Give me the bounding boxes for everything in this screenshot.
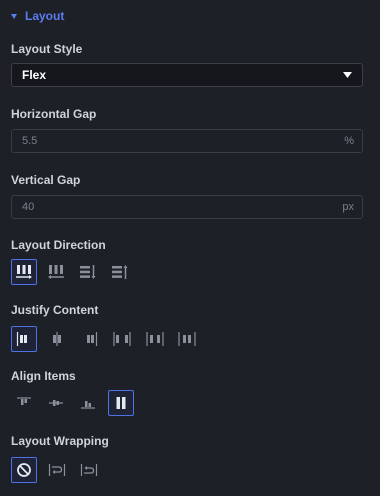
direction-column-reverse-icon: [112, 265, 128, 279]
layout-style-select[interactable]: Flex: [11, 63, 363, 87]
justify-space-between-icon: [113, 332, 131, 346]
horizontal-gap-value: 5.5: [22, 135, 38, 147]
wrap-reverse-button[interactable]: [76, 457, 102, 483]
vertical-gap-label: Vertical Gap: [11, 173, 81, 187]
direction-column-icon: [80, 265, 96, 279]
direction-row-reverse-button[interactable]: [43, 259, 69, 285]
section-title: Layout: [25, 9, 65, 23]
vertical-gap-input[interactable]: 40 px: [11, 195, 363, 219]
layout-style-label: Layout Style: [11, 42, 83, 56]
chevron-down-icon: [343, 72, 352, 78]
justify-end-icon: [87, 332, 98, 346]
direction-column-reverse-button[interactable]: [107, 259, 133, 285]
justify-space-around-icon: [146, 332, 164, 346]
layout-direction-label: Layout Direction: [11, 238, 106, 252]
caret-down-icon: [11, 13, 17, 19]
justify-content-label: Justify Content: [11, 303, 99, 317]
wrap-button[interactable]: [44, 457, 70, 483]
justify-space-between-button[interactable]: [109, 326, 135, 352]
horizontal-gap-unit[interactable]: %: [344, 135, 354, 147]
justify-center-button[interactable]: [44, 326, 70, 352]
wrap-reverse-icon: [80, 464, 98, 476]
justify-end-button[interactable]: [77, 326, 103, 352]
direction-row-button[interactable]: [11, 259, 37, 285]
direction-row-reverse-icon: [48, 265, 64, 279]
justify-start-icon: [16, 332, 27, 346]
direction-row-icon: [16, 265, 32, 279]
layout-wrapping-label: Layout Wrapping: [11, 434, 109, 448]
align-stretch-button[interactable]: [108, 390, 134, 416]
align-center-button[interactable]: [43, 390, 69, 416]
wrap-icon: [48, 464, 66, 476]
justify-space-evenly-button[interactable]: [174, 326, 200, 352]
vertical-gap-unit[interactable]: px: [342, 201, 354, 213]
layout-style-value: Flex: [22, 68, 47, 82]
align-items-label: Align Items: [11, 369, 76, 383]
align-start-icon: [17, 397, 31, 405]
wrap-none-button[interactable]: [11, 457, 37, 483]
horizontal-gap-input[interactable]: 5.5 %: [11, 129, 363, 153]
align-end-button[interactable]: [75, 390, 101, 416]
section-header-layout[interactable]: Layout: [11, 8, 64, 24]
justify-space-evenly-icon: [178, 332, 196, 346]
align-end-icon: [81, 401, 95, 409]
align-center-icon: [49, 400, 63, 406]
direction-column-button[interactable]: [75, 259, 101, 285]
horizontal-gap-label: Horizontal Gap: [11, 107, 97, 121]
align-stretch-icon: [116, 397, 126, 409]
justify-center-icon: [53, 332, 61, 346]
vertical-gap-value: 40: [22, 201, 35, 213]
align-start-button[interactable]: [11, 390, 37, 416]
no-wrap-icon: [17, 463, 31, 477]
justify-space-around-button[interactable]: [142, 326, 168, 352]
justify-start-button[interactable]: [11, 326, 37, 352]
